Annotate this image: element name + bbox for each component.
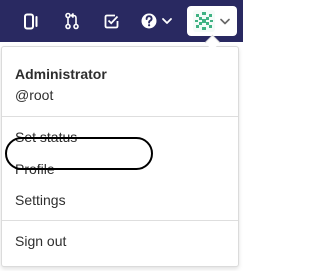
help-question-icon — [141, 13, 157, 29]
sidebar-panel-icon[interactable] — [23, 10, 39, 32]
menu-divider — [2, 116, 238, 117]
user-dropdown-menu: Administrator @root Set status Profile S… — [1, 46, 239, 267]
menu-item-sign-out[interactable]: Sign out — [15, 233, 66, 249]
chevron-down-icon — [220, 18, 230, 25]
menu-item-settings[interactable]: Settings — [15, 192, 66, 208]
menu-item-profile[interactable]: Profile — [15, 161, 55, 177]
menu-divider — [2, 220, 238, 221]
identicon-avatar-icon — [193, 10, 215, 32]
chevron-down-icon — [162, 18, 172, 24]
help-menu[interactable] — [141, 10, 177, 32]
menu-item-set-status[interactable]: Set status — [15, 129, 77, 145]
top-navigation-bar — [0, 0, 243, 42]
user-display-name: Administrator — [15, 66, 107, 82]
user-handle: @root — [15, 87, 54, 103]
merge-request-icon[interactable] — [64, 10, 80, 32]
user-avatar-button[interactable] — [187, 6, 237, 36]
todo-checkbox-icon[interactable] — [103, 10, 119, 32]
